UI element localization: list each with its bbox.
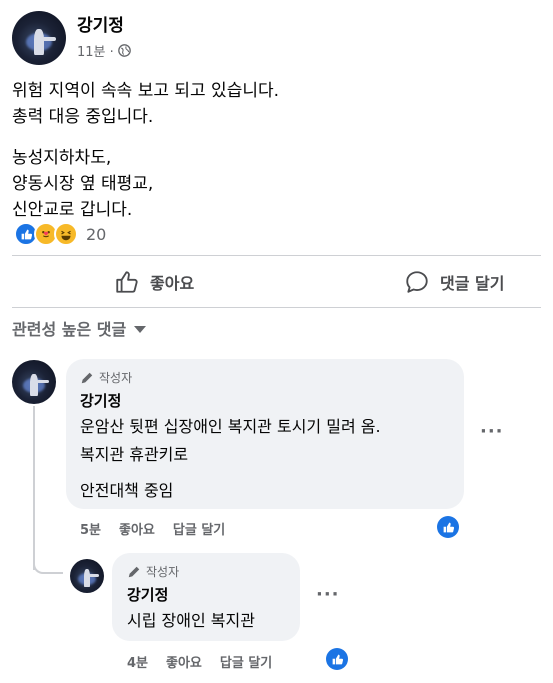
reply-like-button[interactable]: 좋아요: [166, 652, 202, 671]
comment-actions: 5분 좋아요 답글 달기: [80, 519, 225, 538]
like-icon[interactable]: [326, 648, 348, 670]
thread-connector: [33, 556, 63, 574]
comment-sort-dropdown[interactable]: 관련성 높은 댓글: [12, 316, 147, 340]
globe-icon: [117, 44, 131, 57]
author-badge-label: 작성자: [146, 565, 180, 579]
caret-down-icon: [134, 325, 147, 333]
comment-author-avatar[interactable]: [12, 360, 56, 404]
like-icon[interactable]: [437, 516, 459, 538]
post-text-line: 신안교로 갑니다.: [12, 200, 133, 220]
pencil-icon: [81, 372, 93, 383]
like-button[interactable]: 좋아요: [114, 266, 194, 298]
comment-like-button[interactable]: 좋아요: [119, 519, 155, 538]
comment-text-line: 운암산 뒷편 십장애인 복지관 토시기 밀려 옴.: [80, 417, 381, 436]
author-badge-label: 작성자: [99, 371, 133, 385]
post-text-line: 양동시장 옆 태평교,: [12, 174, 154, 194]
author-badge: 작성자: [80, 369, 132, 386]
post-text-line: 총력 대응 중입니다.: [12, 107, 154, 127]
reply-text-line: 시립 장애인 복지관: [127, 611, 255, 630]
comment-text-line: 안전대책 중임: [80, 481, 174, 500]
comment-reply-button[interactable]: 답글 달기: [173, 519, 225, 538]
reply-reply-button[interactable]: 답글 달기: [220, 652, 272, 671]
author-badge: 작성자: [127, 563, 179, 580]
post-author-name[interactable]: 강기정: [77, 11, 124, 36]
comment-button[interactable]: 댓글 달기: [404, 266, 504, 298]
reaction-summary[interactable]: 20: [14, 221, 106, 247]
comment-more-button[interactable]: ···: [480, 421, 504, 442]
post-meta: 11분 ·: [77, 41, 131, 60]
comment-sort-label: 관련성 높은 댓글: [12, 320, 127, 339]
post-text-line: 농성지하차도,: [12, 148, 112, 168]
reply-more-button[interactable]: ···: [316, 584, 340, 605]
thumbs-up-icon: [116, 271, 138, 293]
post-time[interactable]: 11분 ·: [77, 41, 114, 60]
comment-text-line: 복지관 휴관키로: [80, 445, 189, 464]
reaction-count: 20: [86, 224, 107, 244]
comment-author-name[interactable]: 강기정: [80, 390, 121, 411]
reply-time[interactable]: 4분: [127, 652, 148, 671]
reply-author-name[interactable]: 강기정: [127, 584, 168, 605]
reply-actions: 4분 좋아요 답글 달기: [127, 652, 272, 671]
comment-time[interactable]: 5분: [80, 519, 101, 538]
haha-icon: [54, 222, 78, 246]
pencil-icon: [128, 566, 140, 577]
like-button-label: 좋아요: [150, 274, 195, 293]
thread-line: [33, 406, 35, 570]
divider: [12, 307, 541, 308]
post-text-line: 위험 지역이 속속 보고 되고 있습니다.: [12, 81, 280, 101]
reply-author-avatar[interactable]: [70, 559, 104, 593]
comment-button-label: 댓글 달기: [440, 274, 505, 293]
divider: [12, 255, 541, 256]
comment-icon: [406, 271, 428, 293]
post-author-avatar[interactable]: [12, 11, 66, 65]
